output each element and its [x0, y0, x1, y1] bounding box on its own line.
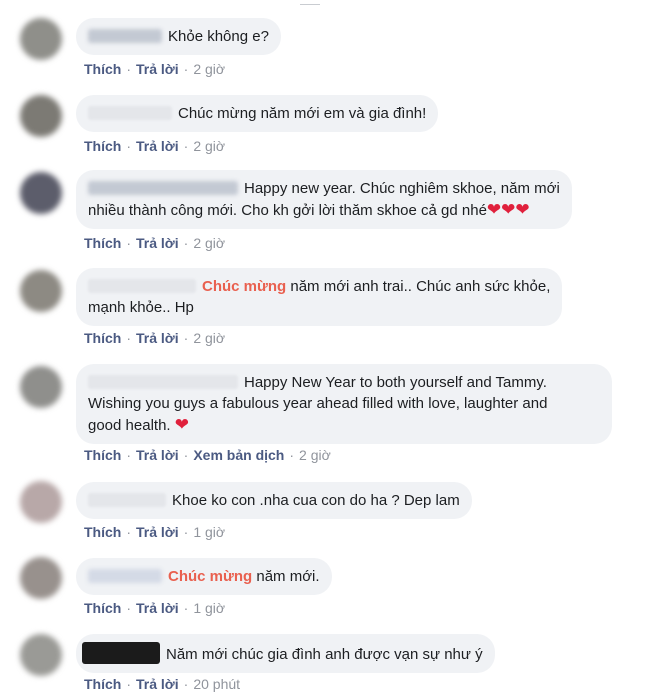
reply-link[interactable]: Trả lời	[136, 447, 179, 463]
comment-actions: Thích · Trả lời · Xem bản dịch · 2 giờ	[84, 447, 331, 463]
reply-link[interactable]: Trả lời	[136, 600, 179, 616]
separator-dot: ·	[183, 330, 189, 346]
commenter-name[interactable]	[88, 493, 166, 507]
comment-bubble: Chúc mừng năm mới anh trai.. Chúc anh sứ…	[76, 268, 563, 326]
heart-emoji-icon: ❤	[174, 415, 189, 434]
like-link[interactable]: Thích	[84, 600, 121, 616]
comment-text: Khỏe không e?	[168, 28, 269, 45]
comment-text: Chúc mừng năm mới em và gia đình!	[178, 105, 427, 122]
comment-bubble: Chúc mừng năm mới.	[76, 558, 332, 595]
comment-text: Năm mới chúc gia đình anh được vạn sự nh…	[166, 646, 483, 663]
comment-text: Khoe ko con .nha cua con do ha ? Dep lam	[172, 492, 460, 509]
separator-dot: ·	[126, 61, 132, 77]
commenter-name[interactable]	[88, 106, 172, 120]
comment-bubble: Khỏe không e?	[76, 18, 281, 55]
separator-dot: ·	[126, 235, 132, 251]
like-link[interactable]: Thích	[84, 676, 121, 692]
separator-dot: ·	[126, 600, 132, 616]
reply-link[interactable]: Trả lời	[136, 235, 179, 251]
comment-text: năm mới.	[256, 568, 320, 585]
avatar[interactable]	[20, 95, 62, 137]
comment-text-line: năm mới anh trai.. Chúc anh sức khỏe,	[290, 278, 551, 295]
timestamp[interactable]: 2 giờ	[193, 235, 225, 251]
timestamp[interactable]: 2 giờ	[299, 447, 331, 463]
avatar[interactable]	[20, 172, 62, 214]
commenter-name[interactable]	[88, 181, 238, 195]
separator-dot: ·	[183, 524, 189, 540]
timestamp[interactable]: 1 giờ	[193, 600, 225, 616]
timestamp[interactable]: 2 giờ	[193, 61, 225, 77]
timestamp[interactable]: 1 giờ	[193, 524, 225, 540]
separator-dot: ·	[126, 138, 132, 154]
separator-dot: ·	[183, 235, 189, 251]
separator-dot: ·	[289, 447, 295, 463]
commenter-name[interactable]	[88, 29, 162, 43]
comment-text-line: Happy New Year to both yourself and Tamm…	[244, 374, 547, 391]
comment-bubble: Năm mới chúc gia đình anh được vạn sự nh…	[76, 634, 495, 673]
comment-actions: Thích · Trả lời · 2 giờ	[84, 138, 225, 154]
like-link[interactable]: Thích	[84, 524, 121, 540]
avatar[interactable]	[20, 366, 62, 408]
separator-dot: ·	[183, 600, 189, 616]
avatar[interactable]	[20, 634, 62, 676]
like-link[interactable]: Thích	[84, 235, 121, 251]
commenter-name[interactable]	[88, 375, 238, 389]
comment-actions: Thích · Trả lời · 1 giờ	[84, 524, 225, 540]
comment-text-line: Happy new year. Chúc nghiêm skhoe, năm m…	[244, 180, 560, 197]
reply-link[interactable]: Trả lời	[136, 61, 179, 77]
comment-bubble: Happy New Year to both yourself and Tamm…	[76, 364, 612, 444]
reply-link[interactable]: Trả lời	[136, 676, 179, 692]
timestamp[interactable]: 2 giờ	[193, 138, 225, 154]
separator-dot: ·	[126, 676, 132, 692]
comment-actions: Thích · Trả lời · 20 phút	[84, 676, 240, 692]
reply-link[interactable]: Trả lời	[136, 330, 179, 346]
comment-actions: Thích · Trả lời · 1 giờ	[84, 600, 225, 616]
commenter-name[interactable]	[82, 642, 160, 664]
comment-actions: Thích · Trả lời · 2 giờ	[84, 61, 225, 77]
timestamp[interactable]: 2 giờ	[193, 330, 225, 346]
comment-actions: Thích · Trả lời · 2 giờ	[84, 330, 225, 346]
like-link[interactable]: Thích	[84, 138, 121, 154]
comment-bubble: Khoe ko con .nha cua con do ha ? Dep lam	[76, 482, 472, 519]
avatar[interactable]	[20, 270, 62, 312]
separator-dot: ·	[183, 138, 189, 154]
separator-dot: ·	[126, 524, 132, 540]
like-link[interactable]: Thích	[84, 330, 121, 346]
reply-link[interactable]: Trả lời	[136, 138, 179, 154]
commenter-name[interactable]	[88, 569, 162, 583]
comment-text-line: mạnh khỏe.. Hp	[88, 299, 194, 316]
mention-text[interactable]: Chúc mừng	[168, 568, 252, 585]
comment-text-line: nhiều thành công mới. Cho kh gởi lời thă…	[88, 202, 487, 219]
scroll-edge-divider	[300, 0, 320, 5]
translate-link[interactable]: Xem bản dịch	[193, 447, 284, 463]
separator-dot: ·	[183, 676, 189, 692]
reply-link[interactable]: Trả lời	[136, 524, 179, 540]
comment-bubble: Chúc mừng năm mới em và gia đình!	[76, 95, 439, 132]
avatar[interactable]	[20, 18, 62, 60]
timestamp[interactable]: 20 phút	[193, 676, 240, 692]
comment-text-line: good health.	[88, 417, 171, 434]
separator-dot: ·	[183, 447, 189, 463]
mention-text[interactable]: Chúc mừng	[202, 278, 286, 295]
avatar[interactable]	[20, 481, 62, 523]
commenter-name[interactable]	[88, 279, 196, 293]
separator-dot: ·	[126, 447, 132, 463]
comment-bubble: Happy new year. Chúc nghiêm skhoe, năm m…	[76, 170, 572, 229]
separator-dot: ·	[183, 61, 189, 77]
avatar[interactable]	[20, 557, 62, 599]
comment-text-line: Wishing you guys a fabulous year ahead f…	[88, 395, 548, 412]
heart-emoji-icon: ❤❤❤	[486, 200, 530, 219]
comment-actions: Thích · Trả lời · 2 giờ	[84, 235, 225, 251]
separator-dot: ·	[126, 330, 132, 346]
like-link[interactable]: Thích	[84, 447, 121, 463]
like-link[interactable]: Thích	[84, 61, 121, 77]
